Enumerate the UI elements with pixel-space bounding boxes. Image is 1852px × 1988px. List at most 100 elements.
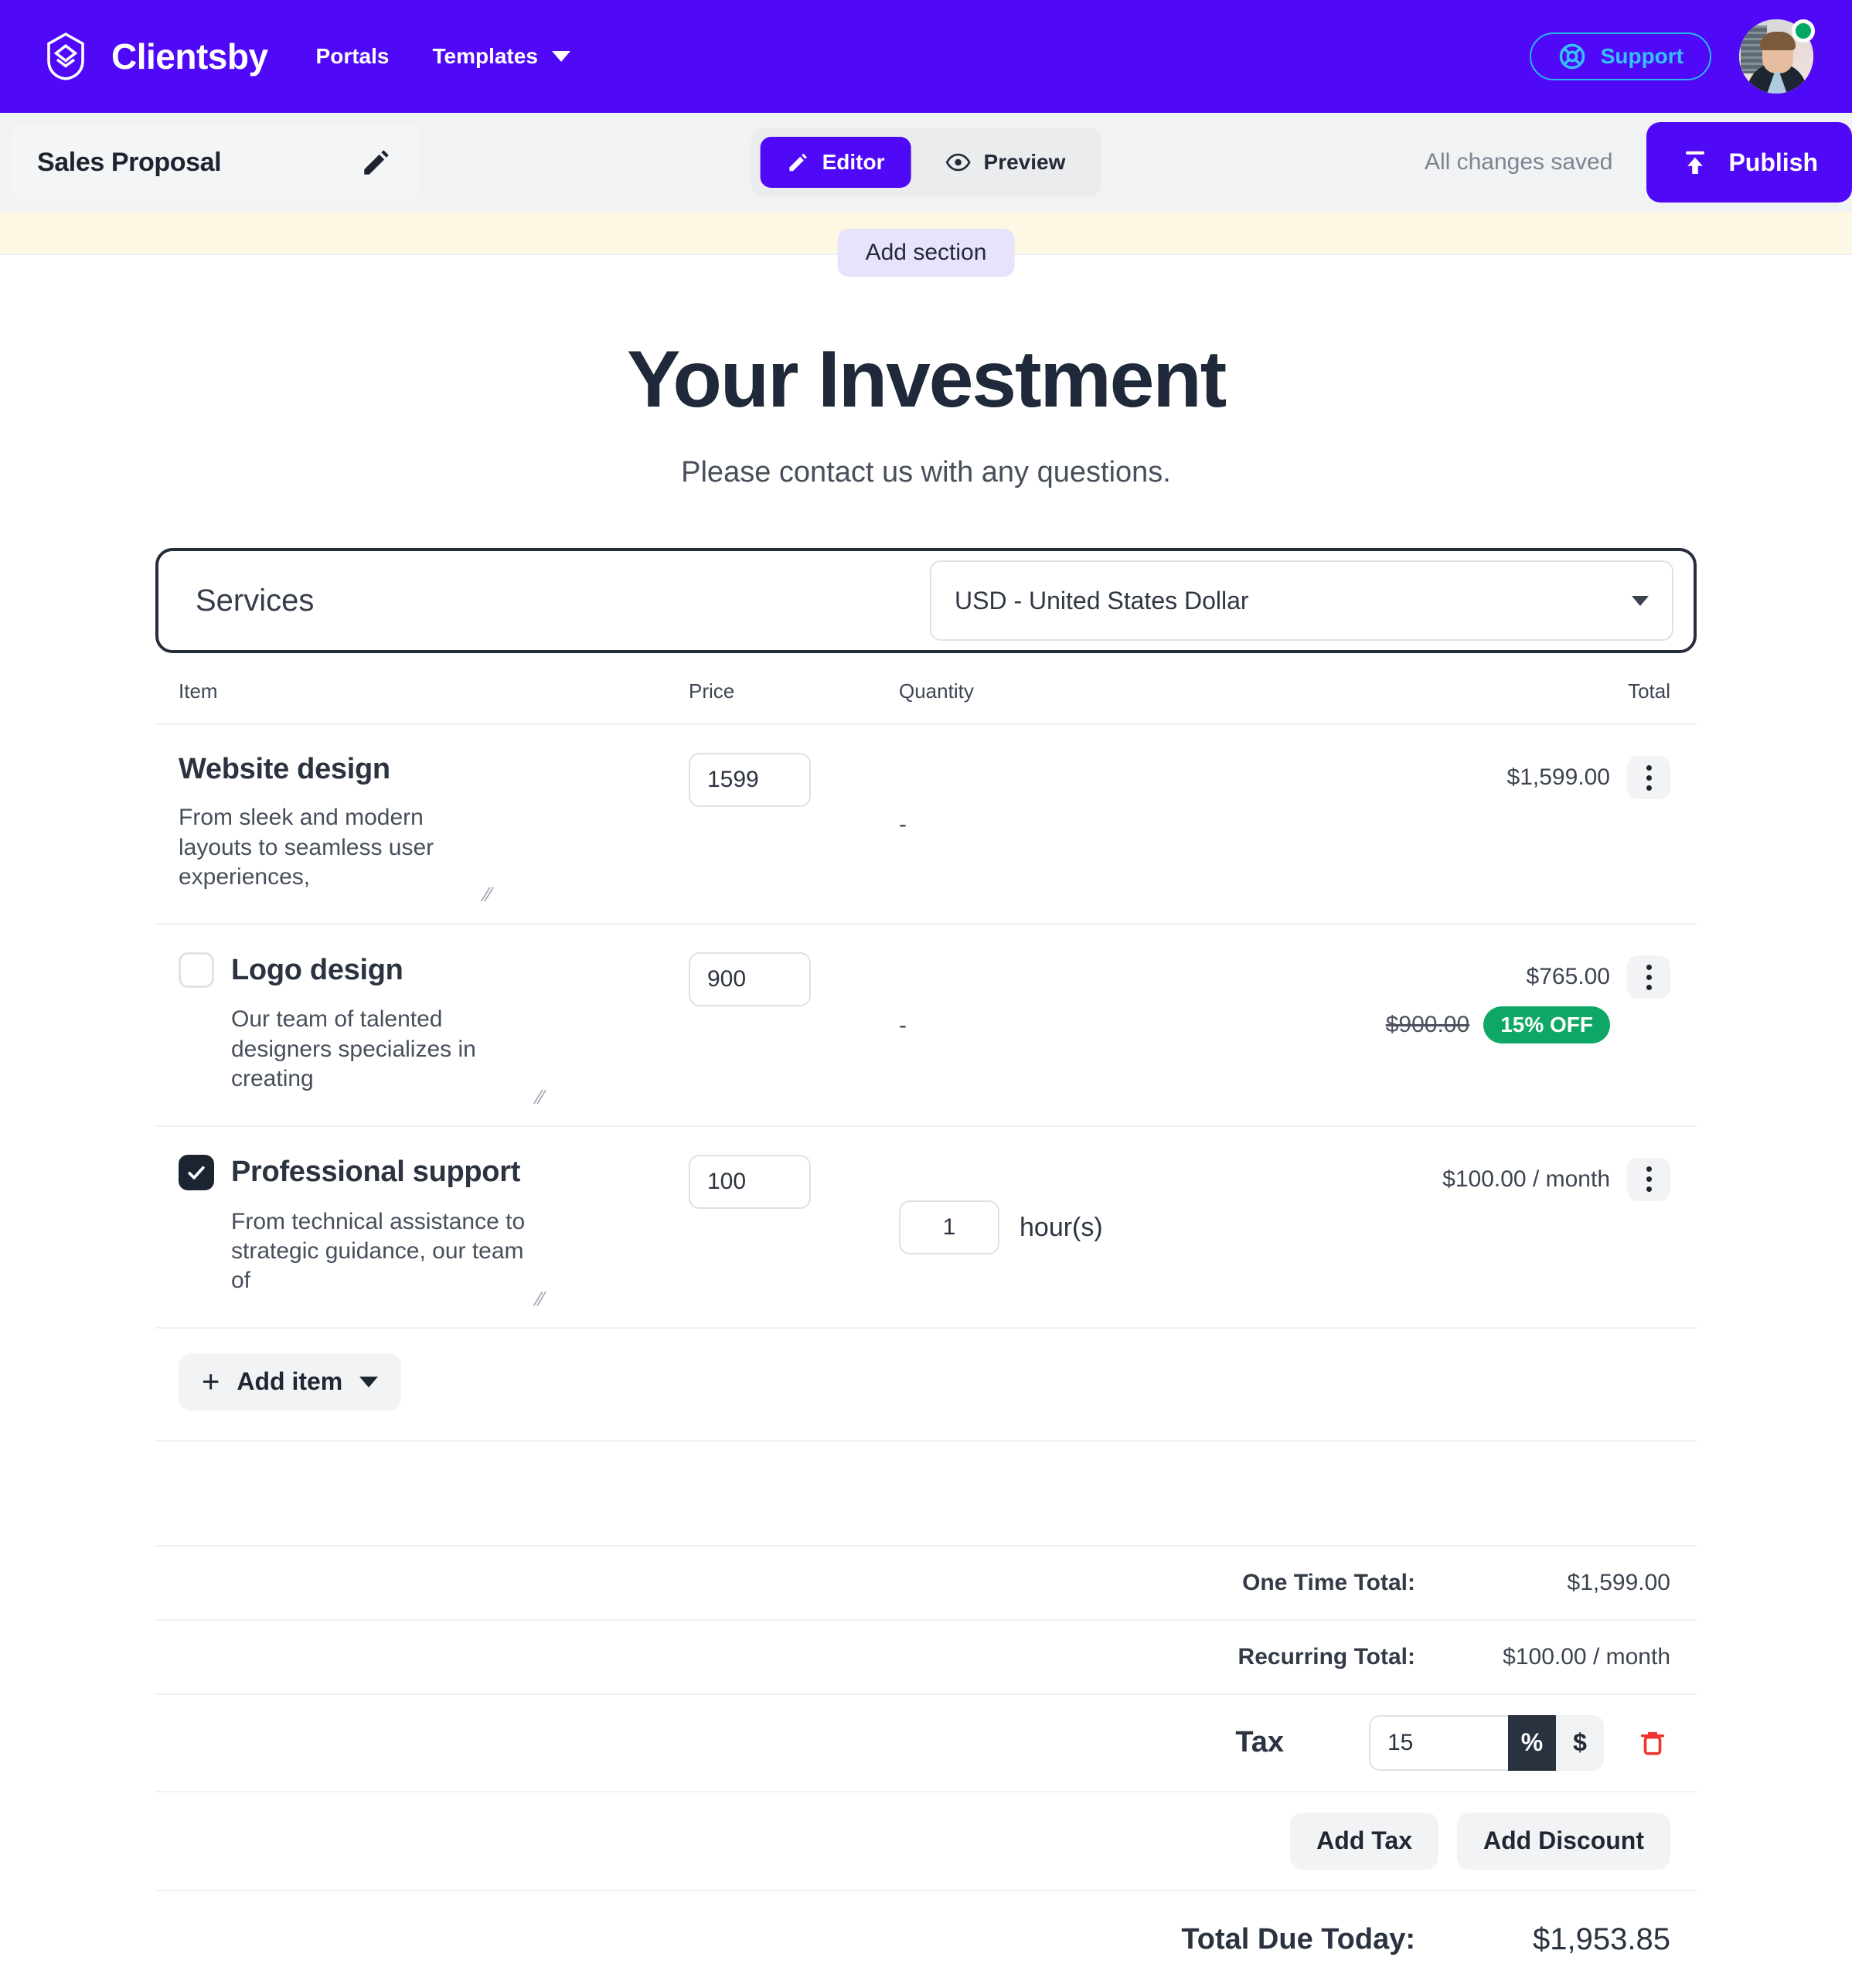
add-item-button-label: Add item: [237, 1367, 343, 1396]
recurring-total-row: Recurring Total: $100.00 / month: [155, 1621, 1697, 1695]
eye-icon: [945, 153, 971, 172]
line-item-total: $765.00: [1526, 964, 1610, 990]
table-header-row: Item Price Quantity Total: [155, 679, 1697, 726]
add-tax-button[interactable]: Add Tax: [1290, 1812, 1439, 1870]
row-item-cell: Logo design Our team of talented designe…: [179, 952, 689, 1107]
publish-button[interactable]: Publish: [1646, 122, 1852, 203]
column-header-item: Item: [179, 679, 218, 703]
table-row: Professional support From technical assi…: [155, 1127, 1697, 1329]
quantity-input[interactable]: [899, 1200, 999, 1255]
status-badge: 15% OFF: [1483, 1006, 1610, 1044]
kebab-menu-icon[interactable]: [1627, 756, 1670, 800]
tax-input[interactable]: [1369, 1714, 1508, 1771]
line-item-total: $1,599.00: [1506, 764, 1610, 791]
nav-item-portals[interactable]: Portals: [316, 44, 390, 69]
row-total-line: $765.00: [1527, 955, 1670, 999]
total-due-today-row: Total Due Today: $1,953.85: [155, 1891, 1697, 1988]
row-total-cell: $1,599.00: [1360, 753, 1670, 892]
one-time-total-label: One Time Total:: [1242, 1569, 1415, 1595]
tab-preview-label: Preview: [983, 150, 1066, 174]
add-discount-button[interactable]: Add Discount: [1457, 1812, 1670, 1870]
row-item-header: Website design: [179, 753, 689, 786]
kebab-menu-icon[interactable]: [1627, 955, 1670, 999]
total-due-today-value: $1,953.85: [1533, 1922, 1670, 1956]
table-spacer-row: [155, 1442, 1697, 1547]
tab-editor[interactable]: Editor: [760, 137, 911, 188]
one-time-total-value: $1,599.00: [1567, 1569, 1670, 1595]
clientsby-diamond-logo-icon: [47, 32, 84, 80]
line-item-description[interactable]: From technical assistance to strategic g…: [231, 1207, 548, 1296]
upload-icon: [1686, 151, 1705, 175]
editor-preview-switch: Editor Preview: [751, 128, 1101, 197]
online-status-dot-icon: [1792, 19, 1815, 43]
textarea-resize-handle-icon[interactable]: ⁄⁄: [537, 1087, 557, 1107]
column-header-price: Price: [689, 679, 735, 703]
support-button[interactable]: Support: [1529, 32, 1711, 80]
textarea-resize-handle-icon[interactable]: ⁄⁄: [537, 1288, 557, 1309]
tab-preview[interactable]: Preview: [919, 137, 1092, 188]
proposal-page: Your Investment Please contact us with a…: [0, 255, 1852, 1988]
add-section-button[interactable]: Add section: [837, 229, 1015, 277]
document-toolbar: Sales Proposal Editor Preview All change…: [0, 113, 1852, 212]
kebab-menu-icon[interactable]: [1627, 1157, 1670, 1201]
line-item-description[interactable]: Our team of talented designers specializ…: [231, 1005, 548, 1094]
column-header-quantity: Quantity: [899, 679, 974, 703]
line-items-table: Item Price Quantity Total Website design…: [155, 679, 1697, 1988]
price-input[interactable]: [689, 952, 811, 1007]
nav-item-portals-label: Portals: [315, 44, 390, 68]
row-total-line: $100.00 / month: [1442, 1157, 1670, 1201]
row-price-cell: [689, 753, 899, 892]
line-item-name[interactable]: Logo design: [231, 954, 403, 987]
line-item-checkbox[interactable]: [179, 1154, 214, 1190]
currency-select[interactable]: USD - United States Dollar: [930, 560, 1673, 642]
row-item-header: Professional support: [179, 1154, 689, 1190]
primary-nav-links: Portals Templates: [316, 44, 570, 69]
tax-unit-currency-toggle[interactable]: $: [1556, 1714, 1604, 1771]
pencil-icon: [789, 153, 807, 172]
line-item-description-wrap: From technical assistance to strategic g…: [231, 1207, 548, 1309]
delete-tax-button[interactable]: [1635, 1723, 1670, 1763]
textarea-resize-handle-icon[interactable]: ⁄⁄: [485, 884, 505, 904]
line-item-description-wrap: Our team of talented designers specializ…: [231, 1005, 548, 1106]
currency-select-value: USD - United States Dollar: [955, 586, 1249, 614]
edit-title-pencil-icon[interactable]: [359, 145, 394, 180]
nav-item-templates[interactable]: Templates: [432, 44, 570, 69]
services-title[interactable]: Services: [196, 584, 314, 618]
line-item-description-wrap: From sleek and modern layouts to seamles…: [179, 803, 495, 904]
add-item-row: + Add item: [155, 1329, 1697, 1442]
document-title-field[interactable]: Sales Proposal: [11, 125, 420, 199]
hero-subtitle: Please contact us with any questions.: [681, 456, 1171, 489]
chevron-down-icon: [1632, 595, 1649, 606]
chevron-down-icon: [359, 1376, 379, 1387]
tab-editor-label: Editor: [822, 150, 885, 174]
row-quantity-cell: -: [899, 952, 1360, 1094]
line-item-name[interactable]: Professional support: [231, 1156, 520, 1189]
add-item-button[interactable]: + Add item: [179, 1353, 402, 1411]
line-item-checkbox[interactable]: [179, 952, 214, 989]
section-insert-band: Add section: [0, 212, 1852, 277]
total-due-today-label: Total Due Today:: [1181, 1922, 1415, 1956]
one-time-total-row: One Time Total: $1,599.00: [155, 1547, 1697, 1621]
chevron-down-icon: [551, 51, 570, 62]
line-item-original-price: $900.00: [1385, 1012, 1470, 1038]
support-button-label: Support: [1600, 44, 1683, 68]
avatar[interactable]: [1739, 19, 1815, 94]
publish-button-label: Publish: [1728, 148, 1818, 176]
price-input[interactable]: [689, 753, 811, 808]
row-item-cell: Website design From sleek and modern lay…: [179, 753, 689, 904]
row-quantity-cell: -: [899, 753, 1360, 892]
brand-name: Clientsby: [111, 36, 268, 77]
recurring-total-value: $100.00 / month: [1503, 1643, 1670, 1670]
line-item-name[interactable]: Website design: [179, 753, 390, 786]
row-total-cell: $100.00 / month: [1360, 1155, 1670, 1296]
tax-unit-percent-toggle[interactable]: %: [1508, 1714, 1556, 1771]
line-item-description[interactable]: From sleek and modern layouts to seamles…: [179, 803, 495, 892]
brand-logo-group[interactable]: Clientsby: [40, 31, 268, 82]
row-total-cell: $765.00 $900.00 15% OFF: [1360, 952, 1670, 1094]
tax-row: Tax % $: [155, 1695, 1697, 1792]
price-input[interactable]: [689, 1154, 811, 1209]
pricing-table-container: Services USD - United States Dollar Item…: [155, 548, 1697, 1988]
quantity-placeholder-dash: -: [899, 1012, 907, 1038]
save-status-text: All changes saved: [1424, 149, 1613, 175]
tax-label: Tax: [1235, 1726, 1284, 1759]
